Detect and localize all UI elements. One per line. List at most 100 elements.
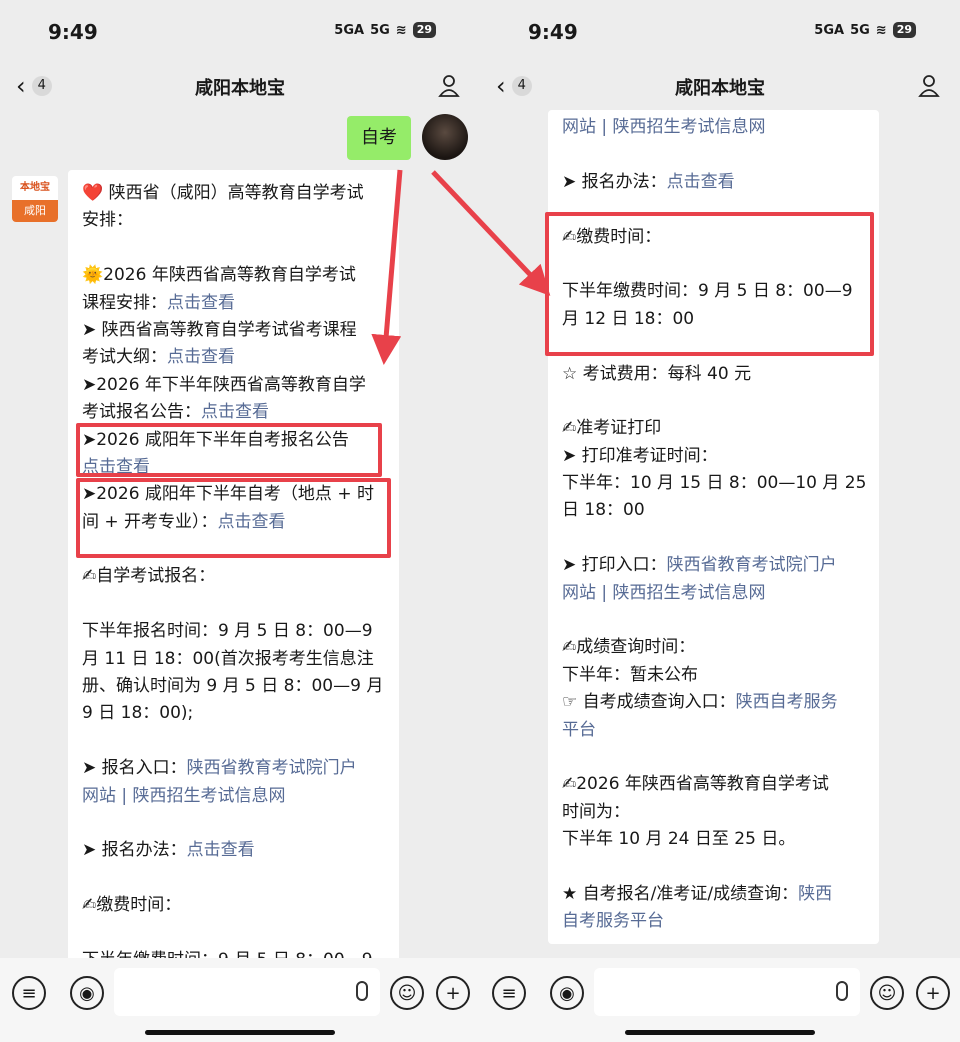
nav-bar: ‹ 4 咸阳本地宝: [0, 64, 480, 110]
message-link[interactable]: 网站 | 陕西招生考试信息网: [562, 117, 766, 137]
status-bar: 9:49 5GA 5G ≋ 29: [0, 0, 480, 64]
message-link[interactable]: 点击查看: [167, 347, 235, 367]
message-line: ★ 自考报名/准考证/成绩查询：陕西: [562, 881, 865, 908]
chat-panel-right: 9:49 5GA 5G ≋ 29 ‹ 4 咸阳本地宝 网站 | 陕西招生考试信息…: [480, 0, 960, 1042]
message-text: 册、确认时间为 9 月 5 日 8：00—9 月: [82, 676, 384, 697]
message-line: 网站 | 陕西招生考试信息网: [562, 114, 865, 141]
message-text: ☆ 考试费用：每科 40 元: [562, 363, 752, 384]
highlight-box-fee-time: [545, 212, 874, 356]
message-text: ✍2026 年陕西省高等教育自学考试: [562, 774, 829, 795]
signal-5ga: 5GA: [334, 22, 365, 38]
message-line: [82, 235, 385, 262]
list-icon[interactable]: ≡: [492, 976, 526, 1010]
status-time-right: 9:49: [528, 20, 578, 44]
message-line: [562, 141, 865, 168]
user-icon[interactable]: [918, 74, 940, 98]
highlight-box-announcement: [76, 423, 382, 477]
self-message-bubble[interactable]: 自考: [347, 116, 411, 160]
message-line: ✍准考证打印: [562, 415, 865, 442]
list-icon[interactable]: ≡: [12, 976, 46, 1010]
message-text: ✍缴费时间：: [82, 895, 182, 916]
message-link[interactable]: 陕西自考服务: [736, 692, 838, 712]
message-link[interactable]: 陕西省教育考试院门户: [667, 555, 837, 575]
message-line: [562, 607, 865, 634]
plus-icon[interactable]: +: [916, 976, 950, 1010]
self-avatar[interactable]: [422, 114, 468, 160]
message-text: 课程安排：: [82, 292, 167, 313]
highlight-box-location: [76, 478, 391, 558]
message-text: ✍自学考试报名：: [82, 566, 216, 587]
message-text: 日 18：00: [562, 500, 645, 521]
message-line: 网站 | 陕西招生考试信息网: [562, 580, 865, 607]
mic-icon[interactable]: [356, 981, 368, 1001]
message-line: ✍自学考试报名：: [82, 563, 385, 590]
message-input-right[interactable]: [594, 968, 860, 1016]
message-link[interactable]: 点击查看: [667, 172, 735, 192]
message-line: ✍2026 年陕西省高等教育自学考试: [562, 771, 865, 798]
message-link[interactable]: 陕西: [798, 884, 832, 904]
bot-avatar[interactable]: 本地宝 咸阳: [12, 176, 58, 222]
bot-message-bubble: ❤️ 陕西省（咸阳）高等教育自学考试安排： 🌞2026 年陕西省高等教育自学考试课…: [68, 170, 399, 970]
message-text: ➤ 陕西省高等教育自学考试省考课程: [82, 319, 357, 340]
message-line: ✍成绩查询时间：: [562, 634, 865, 661]
message-link[interactable]: 点击查看: [167, 293, 235, 313]
status-bar-right: 9:49 5GA 5G ≋ 29: [480, 0, 960, 64]
message-text: ➤ 报名办法：: [562, 171, 667, 192]
message-link[interactable]: 平台: [562, 720, 596, 740]
voice-icon[interactable]: ◉: [70, 976, 104, 1010]
message-line: 月 11 日 18：00(首次报考考生信息注: [82, 646, 385, 673]
bot-avatar-city: 咸阳: [12, 200, 58, 222]
message-text: ➤ 打印入口：: [562, 555, 667, 576]
message-link[interactable]: 网站 | 陕西招生考试信息网: [82, 786, 286, 806]
message-line: 🌞2026 年陕西省高等教育自学考试: [82, 262, 385, 289]
chat-title: 咸阳本地宝: [195, 78, 285, 99]
message-line: 自考服务平台: [562, 908, 865, 935]
voice-icon[interactable]: ◉: [550, 976, 584, 1010]
message-text: 下半年 10 月 24 日至 25 日。: [562, 829, 796, 850]
message-text: 下半年：10 月 15 日 8：00—10 月 25: [562, 473, 867, 494]
message-line: 网站 | 陕西招生考试信息网: [82, 783, 385, 810]
message-line: ➤ 陕西省高等教育自学考试省考课程: [82, 317, 385, 344]
mic-icon[interactable]: [836, 981, 848, 1001]
message-line: 安排：: [82, 207, 385, 234]
battery-icon: 29: [412, 22, 436, 38]
message-line: ➤ 打印入口：陕西省教育考试院门户: [562, 552, 865, 579]
message-text: ➤ 打印准考证时间：: [562, 445, 718, 466]
emoji-icon[interactable]: ☺: [390, 976, 424, 1010]
input-bar-right: ≡ ◉ ☺ +: [480, 958, 960, 1042]
message-line: ➤2026 年下半年陕西省高等教育自学: [82, 372, 385, 399]
message-text: 考试大纲：: [82, 347, 167, 368]
message-line: 下半年：暂未公布: [562, 662, 865, 689]
status-icons-right: 5GA 5G ≋ 29: [814, 22, 916, 38]
battery-icon: 29: [892, 22, 916, 38]
message-line: ☆ 考试费用：每科 40 元: [562, 361, 865, 388]
message-text: ❤️ 陕西省（咸阳）高等教育自学考试: [82, 183, 364, 203]
message-line: [562, 744, 865, 771]
message-line: [562, 525, 865, 552]
signal-5ga-right: 5GA: [814, 22, 845, 38]
message-text: ➤ 报名办法：: [82, 840, 187, 861]
message-line: ☞ 自考成绩查询入口：陕西自考服务: [562, 689, 865, 716]
message-line: ❤️ 陕西省（咸阳）高等教育自学考试: [82, 180, 385, 207]
message-link[interactable]: 点击查看: [201, 402, 269, 422]
home-indicator-right: [625, 1030, 815, 1035]
message-text: ✍成绩查询时间：: [562, 637, 696, 658]
message-line: 下半年报名时间：9 月 5 日 8：00—9: [82, 618, 385, 645]
status-time: 9:49: [48, 20, 98, 44]
emoji-icon[interactable]: ☺: [870, 976, 904, 1010]
message-line: ➤ 打印准考证时间：: [562, 443, 865, 470]
plus-icon[interactable]: +: [436, 976, 470, 1010]
signal-5g-right: 5G: [850, 22, 870, 38]
message-text: 考试报名公告：: [82, 402, 201, 423]
message-input[interactable]: [114, 968, 380, 1016]
nav-bar-right: ‹ 4 咸阳本地宝: [480, 64, 960, 110]
message-link[interactable]: 网站 | 陕西招生考试信息网: [562, 583, 766, 603]
message-line: 册、确认时间为 9 月 5 日 8：00—9 月: [82, 673, 385, 700]
message-line: [82, 728, 385, 755]
message-line: ✍缴费时间：: [82, 892, 385, 919]
user-icon[interactable]: [438, 74, 460, 98]
message-link[interactable]: 自考服务平台: [562, 911, 664, 931]
message-link[interactable]: 陕西省教育考试院门户: [187, 758, 357, 778]
message-link[interactable]: 点击查看: [187, 840, 255, 860]
message-text: ✍准考证打印: [562, 418, 662, 439]
